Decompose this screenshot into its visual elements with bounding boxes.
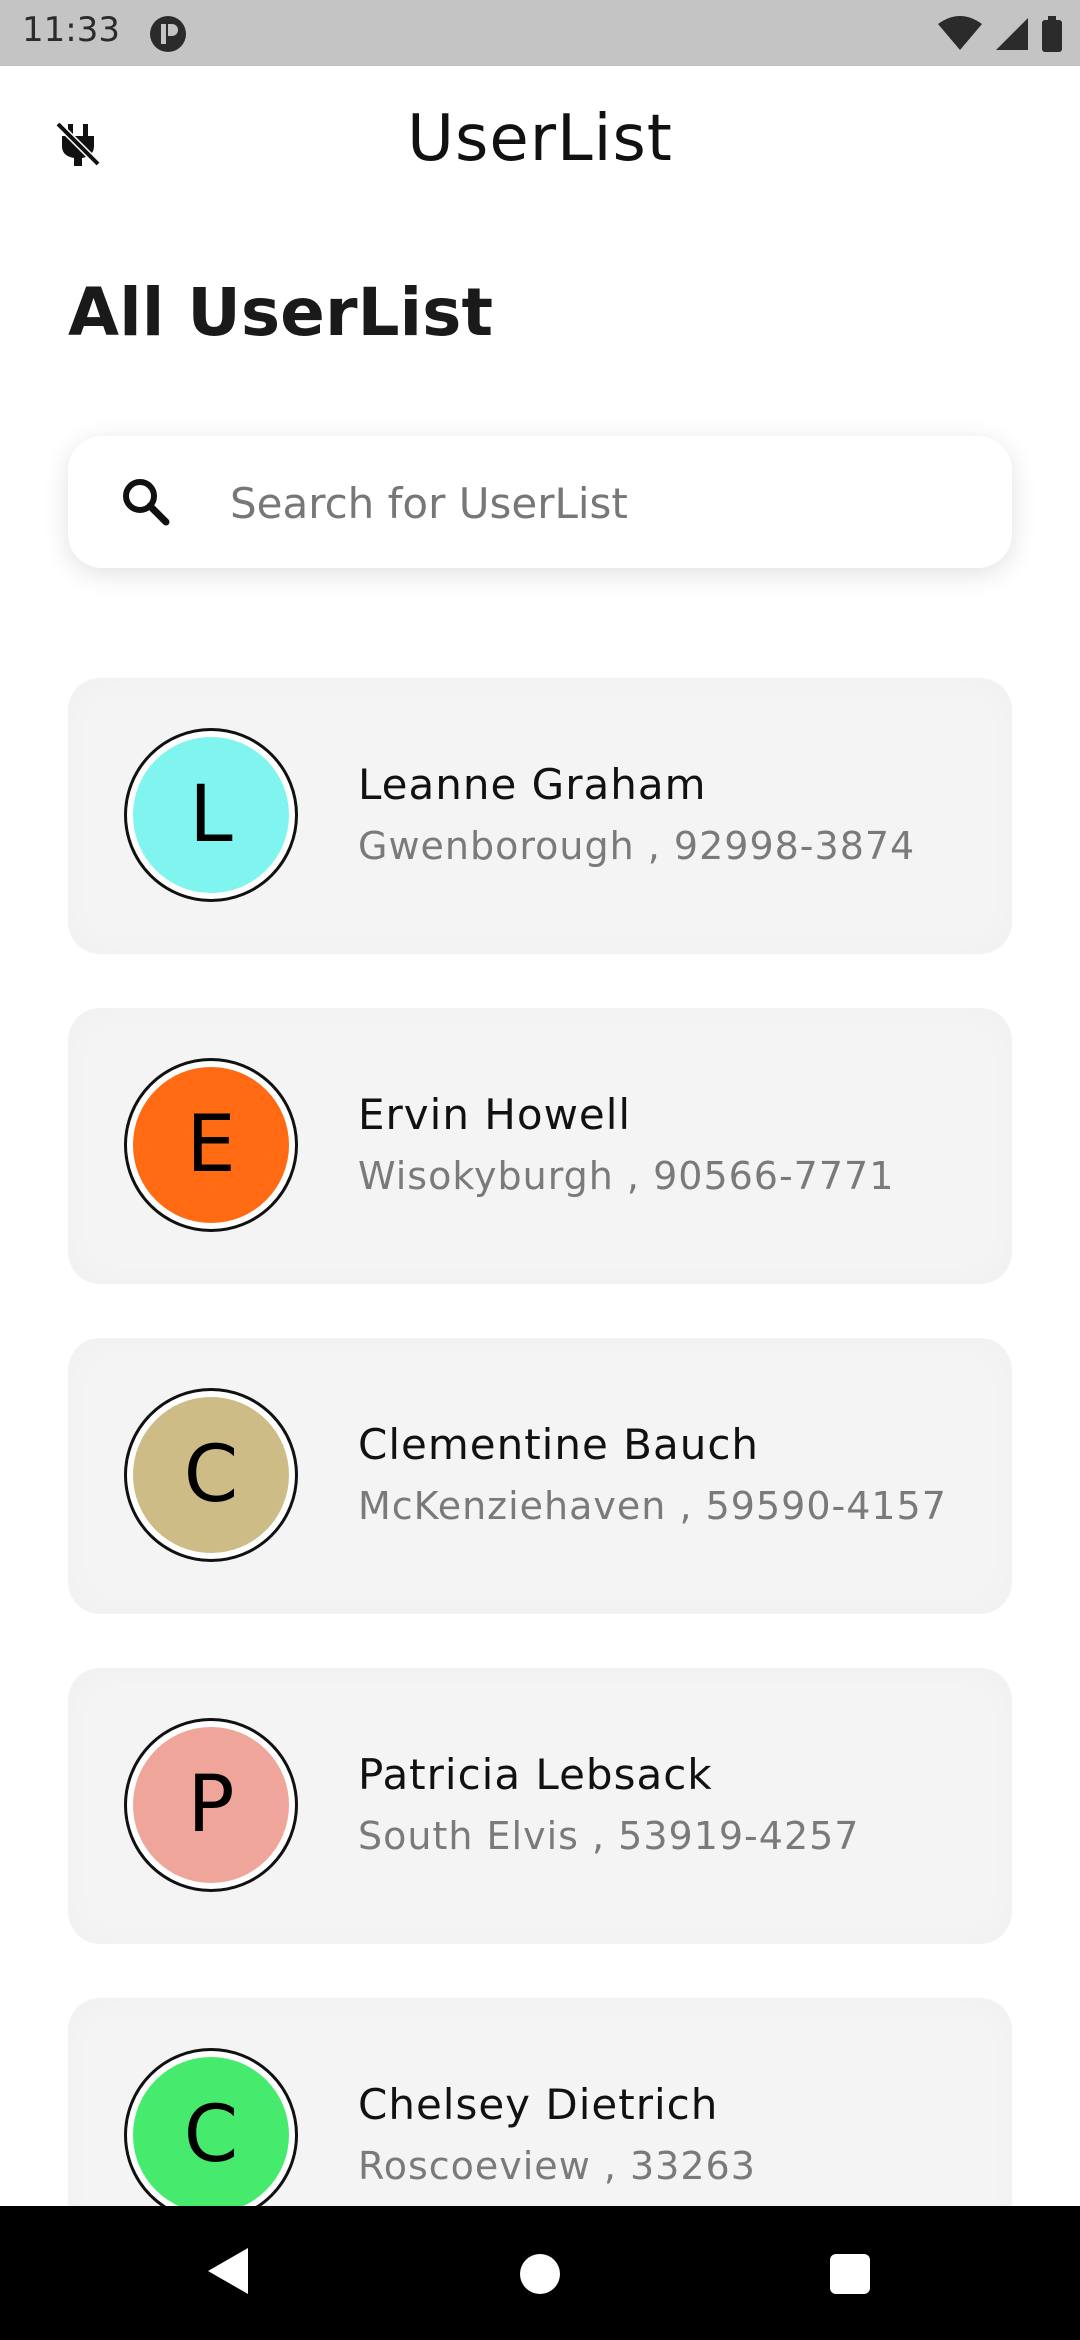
- avatar-initial: E: [133, 1067, 289, 1223]
- user-card[interactable]: P Patricia Lebsack South Elvis , 53919-4…: [68, 1668, 1012, 1944]
- user-card[interactable]: L Leanne Graham Gwenborough , 92998-3874: [68, 678, 1012, 954]
- search-bar[interactable]: [68, 436, 1012, 570]
- avatar-initial: P: [133, 1727, 289, 1883]
- back-icon[interactable]: [204, 2246, 250, 2296]
- app-bar: UserList: [0, 66, 1080, 222]
- home-icon[interactable]: [520, 2254, 560, 2294]
- user-location-zip: South Elvis , 53919-4257: [358, 1814, 860, 1858]
- status-time: 11:33: [22, 10, 120, 50]
- status-bar: 11:33: [0, 0, 1080, 66]
- wifi-icon: [938, 16, 982, 50]
- section-title: All UserList: [68, 274, 494, 351]
- user-name: Clementine Bauch: [358, 1420, 760, 1469]
- user-location-zip: Roscoeview , 33263: [358, 2144, 756, 2188]
- user-card[interactable]: C Clementine Bauch McKenziehaven , 59590…: [68, 1338, 1012, 1614]
- avatar-initial: C: [133, 1397, 289, 1553]
- user-location-zip: McKenziehaven , 59590-4157: [358, 1484, 947, 1528]
- avatar-initial: C: [133, 2057, 289, 2213]
- avatar: C: [124, 1388, 298, 1562]
- system-nav-bar: [0, 2206, 1080, 2340]
- avatar: L: [124, 728, 298, 902]
- user-location-zip: Wisokyburgh , 90566-7771: [358, 1154, 895, 1198]
- signal-icon: [996, 18, 1028, 50]
- avatar: P: [124, 1718, 298, 1892]
- avatar: C: [124, 2048, 298, 2222]
- recents-icon[interactable]: [830, 2254, 870, 2294]
- search-icon: [123, 479, 170, 526]
- app-title: UserList: [407, 102, 673, 176]
- user-name: Leanne Graham: [358, 760, 707, 809]
- user-location-zip: Gwenborough , 92998-3874: [358, 824, 916, 868]
- user-name: Chelsey Dietrich: [358, 2080, 719, 2129]
- user-list: L Leanne Graham Gwenborough , 92998-3874…: [68, 678, 1012, 2328]
- search-input[interactable]: [228, 436, 972, 570]
- avatar: E: [124, 1058, 298, 1232]
- user-card[interactable]: E Ervin Howell Wisokyburgh , 90566-7771: [68, 1008, 1012, 1284]
- status-indicators: [938, 14, 1062, 54]
- battery-icon: [1042, 16, 1062, 52]
- user-name: Patricia Lebsack: [358, 1750, 713, 1799]
- user-name: Ervin Howell: [358, 1090, 632, 1139]
- app-notification-icon: [150, 16, 186, 52]
- avatar-initial: L: [133, 737, 289, 893]
